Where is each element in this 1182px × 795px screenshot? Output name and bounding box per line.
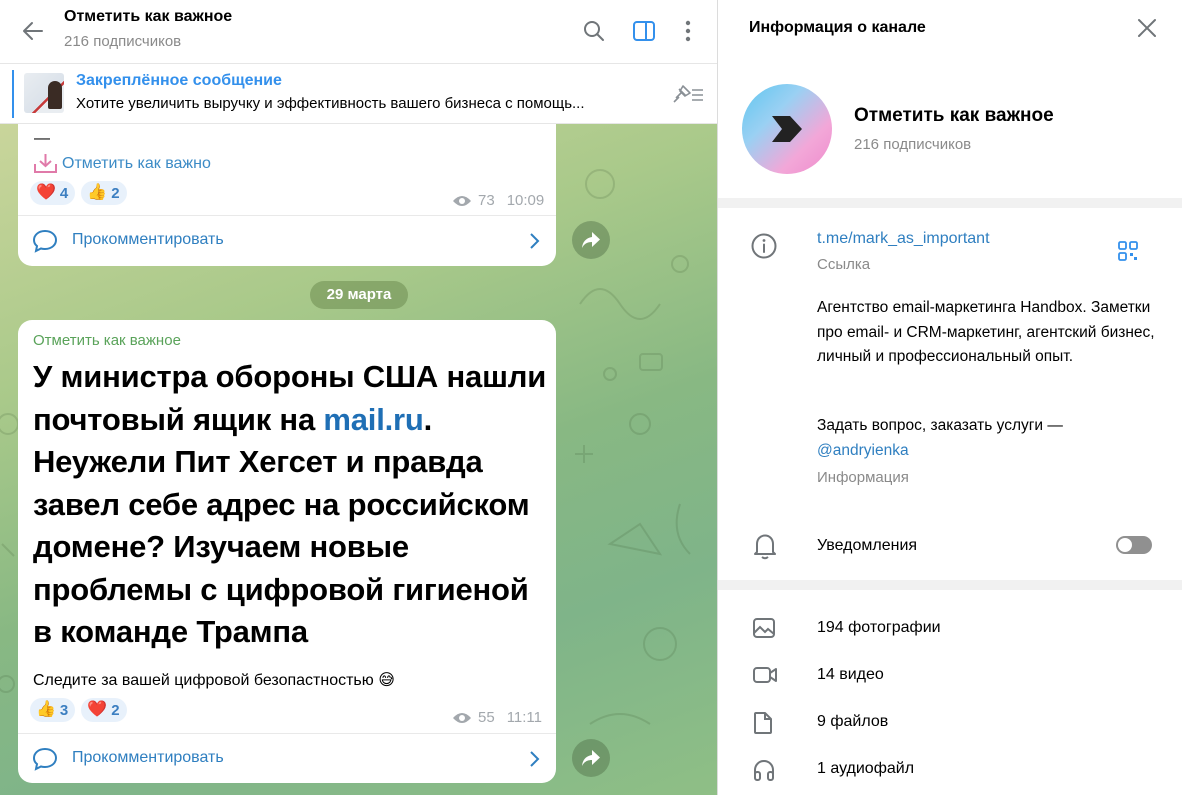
- share-arrow-icon: [582, 750, 600, 766]
- chevron-right-icon: [530, 233, 540, 249]
- chevron-right-icon: [530, 751, 540, 767]
- message-bubble: Отметить как важное У министра обороны С…: [18, 320, 556, 783]
- sidebar-toggle-icon[interactable]: [631, 18, 657, 44]
- reaction-count: 3: [59, 701, 69, 719]
- close-icon[interactable]: [1136, 17, 1158, 39]
- chat-header: Отметить как важное 216 подписчиков: [0, 0, 717, 64]
- media-files[interactable]: 9 файлов: [718, 699, 1182, 745]
- reaction-thumbs-up[interactable]: 👍 2: [81, 181, 127, 205]
- heart-icon: ❤️: [87, 701, 108, 718]
- media-videos[interactable]: 14 видео: [718, 652, 1182, 698]
- view-count: 55: [478, 709, 495, 726]
- comment-bubble-icon: [32, 229, 58, 253]
- comment-button[interactable]: Прокомментировать: [18, 733, 556, 783]
- reaction-count: 2: [111, 184, 120, 202]
- share-arrow-icon: [582, 232, 600, 248]
- reaction-heart[interactable]: ❤️ 2: [81, 698, 127, 722]
- info-icon: [751, 233, 777, 259]
- channel-subscribers: 216 подписчиков: [854, 136, 972, 153]
- chat-area: Отметить как важное 216 подписчиков Закр…: [0, 0, 717, 795]
- forward-button[interactable]: [572, 221, 610, 259]
- qr-code-icon[interactable]: [1117, 240, 1139, 262]
- message-headline: У министра обороны США нашли почтовый ящ…: [33, 356, 553, 654]
- message-meta: 55 11:11: [452, 709, 542, 726]
- eye-icon: [453, 712, 471, 723]
- channel-info-label: Информация: [817, 469, 909, 486]
- video-icon: [753, 667, 777, 683]
- channel-link-label: Ссылка: [817, 256, 871, 273]
- notifications-label: Уведомления: [817, 537, 918, 554]
- pinned-indicator: [12, 70, 14, 118]
- mark-important-link[interactable]: Отметить как важно: [32, 152, 211, 176]
- reaction-count: 2: [111, 701, 120, 719]
- thumbs-up-icon: 👍: [87, 184, 108, 201]
- message-time: 11:11: [506, 709, 542, 726]
- chat-title[interactable]: Отметить как важное: [64, 8, 232, 26]
- channel-details: t.me/mark_as_important Ссылка Агентство …: [718, 208, 1182, 580]
- eye-icon: [453, 195, 471, 206]
- media-label: 9 файлов: [817, 713, 889, 730]
- pinned-message-bar[interactable]: Закреплённое сообщение Хотите увеличить …: [0, 64, 717, 124]
- reaction-heart[interactable]: ❤️ 4: [30, 181, 76, 205]
- headline-text: У министра обороны США нашли почтовый ящ…: [33, 359, 547, 437]
- channel-avatar[interactable]: [742, 84, 832, 174]
- date-divider: 29 марта: [310, 281, 408, 309]
- media-photos[interactable]: 194 фотографии: [718, 605, 1182, 651]
- reactions: 👍 3 ❤️ 2: [30, 698, 127, 722]
- forward-button[interactable]: [572, 739, 610, 777]
- headline-text: . Неужели Пит Хегсет и правда завел себе…: [33, 401, 530, 650]
- channel-logo-icon: [772, 116, 802, 142]
- pinned-text: Хотите увеличить выручку и эффективность…: [76, 95, 585, 112]
- headphones-icon: [754, 759, 774, 781]
- more-menu-icon[interactable]: [675, 18, 701, 44]
- shared-media-list: 194 фотографии 14 видео 9 файлов 1 аудио…: [718, 590, 1182, 795]
- file-icon: [754, 712, 772, 734]
- headline-link[interactable]: mail.ru: [323, 402, 423, 437]
- message-meta: 73 10:09: [452, 192, 544, 209]
- message-text: Следите за вашей цифровой безопастностью…: [33, 672, 395, 689]
- channel-description: Агентство email-маркетинга Handbox. Заме…: [817, 299, 1155, 365]
- comment-label: Прокомментировать: [72, 231, 224, 248]
- message-channel-name[interactable]: Отметить как важное: [33, 332, 181, 349]
- panel-title: Информация о канале: [749, 19, 926, 36]
- thumbs-up-icon: 👍: [36, 701, 56, 718]
- mark-important-text: Отметить как важно: [62, 155, 211, 172]
- media-label: 14 видео: [817, 666, 884, 683]
- comment-button[interactable]: Прокомментировать: [18, 215, 556, 265]
- notifications-toggle[interactable]: [1116, 536, 1152, 554]
- reactions: ❤️ 4 👍 2: [30, 181, 127, 205]
- media-label: 1 аудиофайл: [817, 760, 915, 777]
- view-count: 73: [478, 192, 495, 209]
- channel-name: Отметить как важное: [854, 105, 1054, 126]
- channel-contact-username[interactable]: @andryienka: [817, 442, 909, 460]
- reaction-thumbs-up[interactable]: 👍 3: [30, 698, 76, 722]
- pinned-list-icon[interactable]: [670, 82, 704, 106]
- channel-link[interactable]: t.me/mark_as_important: [817, 230, 990, 248]
- comment-label: Прокомментировать: [72, 749, 224, 766]
- media-label: 194 фотографии: [817, 619, 941, 636]
- download-inbox-icon: [34, 154, 57, 173]
- pinned-thumbnail: [24, 73, 64, 113]
- bell-icon: [754, 534, 776, 560]
- chat-subscribers: 216 подписчиков: [64, 33, 182, 50]
- message-time: 10:09: [506, 192, 545, 209]
- back-arrow-icon[interactable]: [20, 18, 46, 44]
- message-text: —: [34, 130, 50, 147]
- heart-icon: ❤️: [36, 184, 56, 201]
- photo-icon: [753, 618, 775, 638]
- channel-info-panel: Информация о канале Отметить как важное …: [717, 0, 1182, 795]
- reaction-count: 4: [59, 184, 69, 202]
- channel-profile: Отметить как важное 216 подписчиков: [718, 60, 1182, 198]
- comment-bubble-icon: [32, 747, 58, 771]
- media-audio[interactable]: 1 аудиофайл: [718, 746, 1182, 792]
- search-icon[interactable]: [581, 18, 607, 44]
- pinned-title: Закреплённое сообщение: [76, 72, 282, 89]
- channel-contact-text: Задать вопрос, заказать услуги —: [817, 417, 1063, 434]
- panel-header: Информация о канале: [718, 0, 1182, 60]
- message-bubble: — Отметить как важно ❤️ 4 👍 2 73 10:09 П…: [18, 124, 556, 266]
